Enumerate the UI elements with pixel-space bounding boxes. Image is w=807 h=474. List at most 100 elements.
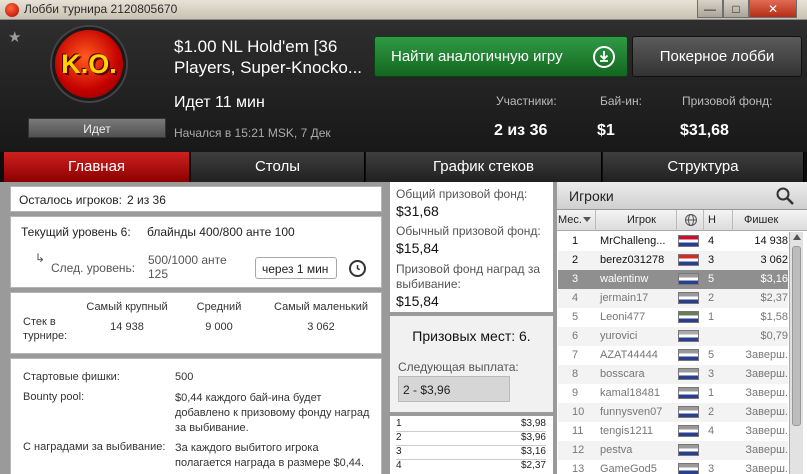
col-n[interactable]: Н <box>705 210 733 231</box>
player-n: 2 <box>708 406 715 418</box>
table-row[interactable]: 4 jermain17 2 $2,37 <box>558 289 788 308</box>
player-chips: $3,16 <box>760 273 788 285</box>
stack-panel: Самый крупный Средний Самый маленький Ст… <box>10 292 382 354</box>
table-row[interactable]: 7 AZAT44444 5 Заверш. <box>558 346 788 365</box>
country-flag-icon <box>678 349 699 361</box>
players-title: Игроки <box>569 188 614 204</box>
table-row[interactable]: 6 yurovici $0,79 <box>558 327 788 346</box>
ko-prize-value: $15,84 <box>396 293 439 309</box>
poker-lobby-button[interactable]: Покерное лобби <box>632 36 802 77</box>
payout-amount: $3,96 <box>520 432 546 443</box>
table-row[interactable]: 3 walentinw 5 $3,16 <box>558 270 788 289</box>
player-name: bosscara <box>600 368 645 380</box>
country-flag-icon <box>678 292 699 304</box>
scroll-thumb[interactable] <box>792 246 801 426</box>
minimize-button[interactable]: — <box>697 0 723 18</box>
start-chips-value: 500 <box>175 371 194 383</box>
player-name: AZAT44444 <box>600 349 658 361</box>
player-n: 5 <box>708 273 715 285</box>
find-similar-label: Найти аналогичную игру <box>391 48 563 65</box>
player-n: 3 <box>708 368 715 380</box>
magnifier-icon[interactable] <box>775 186 795 206</box>
player-name: berez031278 <box>600 254 665 266</box>
next-level-value: 500/1000 анте 125 <box>148 253 227 281</box>
country-flag-icon <box>678 273 699 285</box>
tab-structure[interactable]: Структура <box>603 152 804 182</box>
player-n: 1 <box>708 311 715 323</box>
ko-prize-label: Призовой фонд наград за выбивание: <box>396 262 541 291</box>
payout-summary-panel: Призовых мест: 6. Следующая выплата: 2 -… <box>390 316 553 412</box>
country-flag-icon <box>678 311 699 323</box>
favorite-star-icon[interactable]: ★ <box>8 28 21 46</box>
knockout-label: С наградами за выбивание: <box>23 441 166 453</box>
bounty-pool-value: $0,44 каждого бай-ина будет добавлено к … <box>175 392 370 434</box>
col-player[interactable]: Игрок <box>597 210 677 231</box>
players-left-label: Осталось игроков: <box>19 193 122 207</box>
payout-amount: $3,98 <box>520 418 546 429</box>
col-chips[interactable]: Фишек <box>734 210 789 231</box>
download-icon <box>593 46 615 68</box>
players-left-panel: Осталось игроков: 2 из 36 <box>10 186 382 212</box>
payout-place: 3 <box>396 446 402 457</box>
player-place: 11 <box>572 425 584 437</box>
table-row[interactable]: 2 berez031278 3 3 062 <box>558 251 788 270</box>
stack-largest-header: Самый крупный <box>86 301 168 313</box>
player-place: 6 <box>572 330 579 342</box>
player-chips: Заверш. <box>745 368 788 380</box>
find-similar-button[interactable]: Найти аналогичную игру <box>374 36 628 77</box>
prize-pool-panel: Общий призовой фонд: $31,68 Обычный приз… <box>390 182 553 312</box>
player-place: 13 <box>572 463 585 474</box>
tab-main[interactable]: Главная <box>4 152 190 182</box>
player-chips: Заверш. <box>745 463 788 474</box>
player-n: 3 <box>708 254 715 266</box>
country-flag-icon <box>678 368 699 380</box>
participants-value: 2 из 36 <box>494 122 548 139</box>
tab-tables[interactable]: Столы <box>191 152 365 182</box>
bounty-pool-label: Bounty pool: <box>23 391 85 403</box>
start-chips-label: Стартовые фишки: <box>23 371 120 383</box>
table-row[interactable]: 10 funnysven07 2 Заверш. <box>558 403 788 422</box>
player-place: 2 <box>572 254 579 266</box>
tab-stack-chart[interactable]: График стеков <box>366 152 602 182</box>
knockout-logo: K.O. <box>52 27 126 101</box>
player-n: 2 <box>708 292 715 304</box>
regular-prize-value: $15,84 <box>396 240 439 256</box>
player-chips: $0,79 <box>760 330 788 342</box>
players-scrollbar[interactable] <box>789 232 803 474</box>
player-name: GameGod5 <box>600 463 657 474</box>
player-n: 5 <box>708 349 715 361</box>
col-country[interactable] <box>678 210 704 231</box>
maximize-button[interactable]: □ <box>723 0 749 18</box>
scroll-up-icon[interactable] <box>793 234 801 240</box>
table-row[interactable]: 12 pestva Заверш. <box>558 441 788 460</box>
player-name: Leoni477 <box>600 311 646 323</box>
players-left-value: 2 из 36 <box>127 193 166 207</box>
buyin-label: Бай-ин: <box>600 94 642 108</box>
close-button[interactable]: ✕ <box>749 0 797 18</box>
player-chips: Заверш. <box>745 444 788 456</box>
game-title: $1.00 NL Hold'em [36 Players, Super-Knoc… <box>174 37 363 77</box>
table-row[interactable]: 9 kamal18481 1 Заверш. <box>558 384 788 403</box>
player-place: 10 <box>572 406 585 418</box>
payout-row: 4 $2,37 <box>396 460 546 474</box>
table-row[interactable]: 11 tengis1211 4 Заверш. <box>558 422 788 441</box>
regular-prize-label: Обычный призовой фонд: <box>396 224 541 238</box>
window-titlebar: Лобби турнира 2120805670 — □ ✕ <box>0 0 807 20</box>
player-chips: Заверш. <box>745 349 788 361</box>
payout-row: 1 $3,98 <box>396 418 546 432</box>
player-name: yurovici <box>600 330 638 342</box>
table-row[interactable]: 5 Leoni477 1 $1,58 <box>558 308 788 327</box>
payout-amount: $2,37 <box>520 460 546 471</box>
payout-row: 2 $3,96 <box>396 432 546 446</box>
running-time: Идет 11 мин <box>174 94 265 111</box>
player-chips: 14 938 <box>754 235 788 247</box>
knockout-value: За каждого выбитого игрока полагается на… <box>175 442 365 469</box>
pokerstars-app-icon <box>5 3 19 17</box>
sort-arrow-icon <box>583 217 591 222</box>
table-row[interactable]: 13 GameGod5 3 Заверш. <box>558 460 788 474</box>
table-row[interactable]: 8 bosscara 3 Заверш. <box>558 365 788 384</box>
player-chips: $1,58 <box>760 311 788 323</box>
payout-row: 3 $3,16 <box>396 446 546 460</box>
player-place: 3 <box>572 273 579 285</box>
table-row[interactable]: 1 MrChalleng... 4 14 938 <box>558 232 788 251</box>
